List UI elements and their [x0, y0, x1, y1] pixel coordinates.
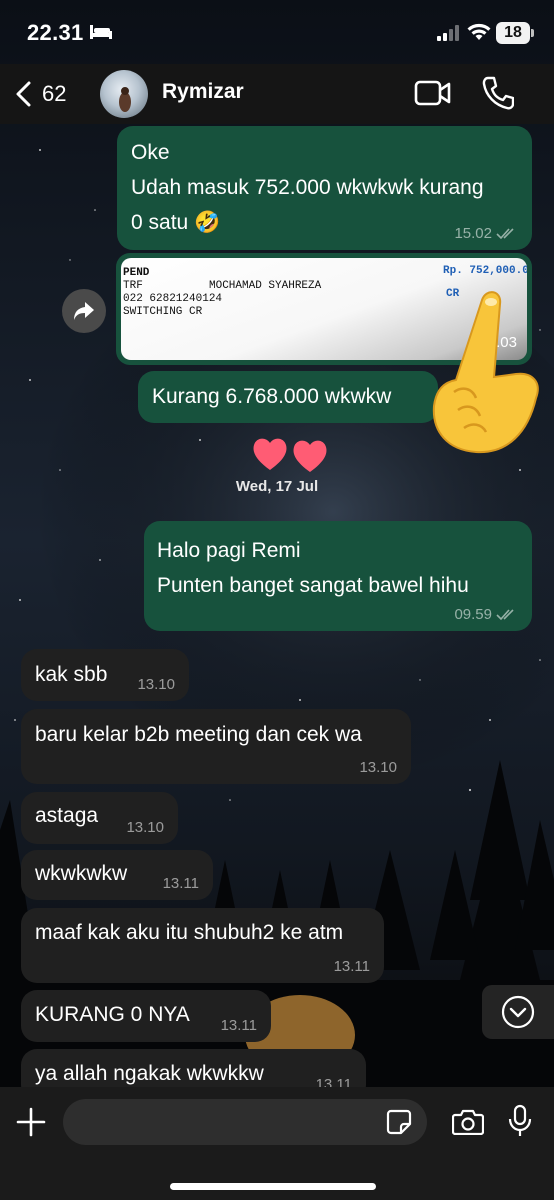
read-receipt-icon — [496, 609, 514, 621]
message-time: 13.10 — [359, 759, 397, 776]
home-indicator[interactable] — [170, 1183, 376, 1190]
wifi-icon — [467, 23, 491, 40]
message-meta: 15.02 — [454, 226, 518, 242]
forward-arrow-icon — [74, 302, 94, 320]
camera-icon[interactable] — [452, 1109, 484, 1135]
back-button[interactable]: 62 — [14, 76, 66, 112]
message-text: baru kelar b2b meeting dan cek wa — [35, 723, 362, 746]
sleep-mode-icon — [90, 25, 112, 39]
incoming-message[interactable]: baru kelar b2b meeting dan cek wa 13.10 — [21, 709, 411, 784]
message-time: 13.11 — [220, 1017, 257, 1034]
message-time: 13.11 — [333, 958, 370, 975]
message-text: Oke — [131, 141, 170, 164]
incoming-message[interactable]: wkwkwkw 13.11 — [21, 850, 213, 900]
forward-button[interactable] — [62, 289, 106, 333]
message-time: 13.10 — [137, 676, 175, 693]
message-text: Udah masuk 752.000 wkwkwk kurang — [131, 176, 484, 199]
message-meta: 09.59 — [454, 607, 518, 623]
message-text: Kurang 6.768.000 wkwkw — [152, 385, 392, 408]
receipt-line: TRF — [123, 280, 143, 292]
scroll-to-bottom-button[interactable] — [482, 985, 554, 1039]
phone-icon[interactable] — [482, 76, 514, 110]
message-time: 13.11 — [162, 875, 199, 892]
receipt-amount: Rp. 752,000.0 — [443, 265, 527, 277]
receipt-line: SWITCHING CR — [123, 306, 203, 318]
outgoing-message[interactable]: Kurang 6.768.000 wkwkw — [138, 371, 438, 423]
outgoing-message[interactable]: Oke Udah masuk 752.000 wkwkwk kurang 0 s… — [117, 126, 532, 250]
sticker-icon[interactable] — [386, 1109, 412, 1135]
incoming-message[interactable]: astaga 13.10 — [21, 792, 178, 844]
incoming-message[interactable]: kak sbb 13.10 — [21, 649, 189, 701]
avatar[interactable] — [100, 70, 148, 118]
message-text: maaf kak aku itu shubuh2 ke atm — [35, 921, 344, 944]
message-text: Halo pagi Remi — [157, 539, 301, 562]
battery-level: 18 — [496, 22, 534, 44]
outgoing-message[interactable]: Halo pagi Remi Punten banget sangat bawe… — [144, 521, 532, 631]
message-input[interactable] — [63, 1099, 427, 1145]
pointing-hand-emoji — [432, 291, 539, 454]
incoming-message[interactable]: maaf kak aku itu shubuh2 ke atm 13.11 — [21, 908, 384, 983]
receipt-line: MOCHAMAD SYAHREZA — [209, 280, 322, 292]
message-text: ya allah ngakak wkwkkw — [35, 1062, 264, 1085]
message-time: 09.59 — [454, 606, 492, 623]
video-call-icon[interactable] — [414, 78, 452, 108]
incoming-message[interactable]: KURANG 0 NYA 13.11 — [21, 990, 271, 1042]
receipt-line: 022 62821240124 — [123, 293, 223, 305]
chat-header: 62 Rymizar — [0, 64, 554, 124]
avatar-image — [119, 87, 131, 112]
microphone-icon[interactable] — [508, 1104, 532, 1138]
read-receipt-icon — [496, 228, 514, 240]
message-time: 15.02 — [454, 225, 492, 242]
chevron-left-icon — [16, 81, 31, 107]
unread-chats-count: 62 — [42, 81, 67, 106]
hearts-emoji — [253, 438, 327, 472]
receipt-line: PEND — [123, 267, 150, 279]
cellular-signal-icon — [437, 25, 459, 41]
message-text: Punten banget sangat bawel hihu — [157, 574, 469, 597]
plus-icon[interactable] — [16, 1107, 46, 1137]
contact-name[interactable]: Rymizar — [162, 80, 244, 104]
status-bar: 22.31 18 — [0, 0, 554, 64]
date-separator: Wed, 17 Jul — [235, 478, 319, 495]
message-time: 13.10 — [126, 819, 164, 836]
chevron-down-circle-icon — [501, 995, 535, 1029]
status-time: 22.31 — [27, 20, 84, 45]
